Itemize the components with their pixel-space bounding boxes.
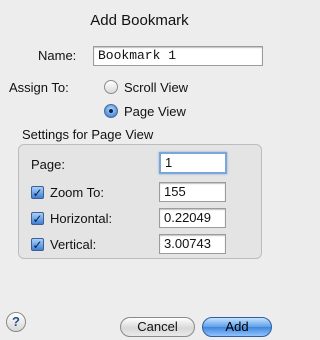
zoom-to-field[interactable]: 155 — [159, 182, 226, 202]
zoom-to-checkbox[interactable]: ✓ — [31, 186, 44, 199]
assign-to-label: Assign To: — [9, 80, 69, 95]
horizontal-field[interactable]: 0.22049 — [159, 208, 226, 228]
add-button[interactable]: Add — [202, 317, 272, 337]
scroll-view-option-label[interactable]: Scroll View — [124, 80, 188, 95]
settings-group-legend: Settings for Page View — [22, 127, 154, 142]
name-field[interactable]: Bookmark 1 — [93, 46, 263, 66]
zoom-to-label: Zoom To: — [50, 185, 104, 200]
horizontal-label: Horizontal: — [50, 211, 113, 226]
vertical-label: Vertical: — [50, 237, 97, 252]
add-bookmark-dialog: Add Bookmark Name: Bookmark 1 Assign To:… — [0, 0, 279, 340]
name-label: Name: — [38, 48, 77, 63]
page-label: Page: — [31, 157, 65, 172]
scroll-view-radio[interactable] — [104, 80, 118, 94]
dialog-title: Add Bookmark — [90, 12, 189, 29]
horizontal-checkbox[interactable]: ✓ — [31, 212, 44, 225]
cancel-button[interactable]: Cancel — [120, 317, 195, 337]
help-button[interactable]: ? — [6, 312, 26, 332]
page-field[interactable]: 1 — [159, 152, 227, 174]
page-view-option-label[interactable]: Page View — [124, 104, 186, 119]
page-view-radio[interactable] — [104, 104, 118, 118]
vertical-field[interactable]: 3.00743 — [159, 234, 226, 254]
vertical-checkbox[interactable]: ✓ — [31, 238, 44, 251]
